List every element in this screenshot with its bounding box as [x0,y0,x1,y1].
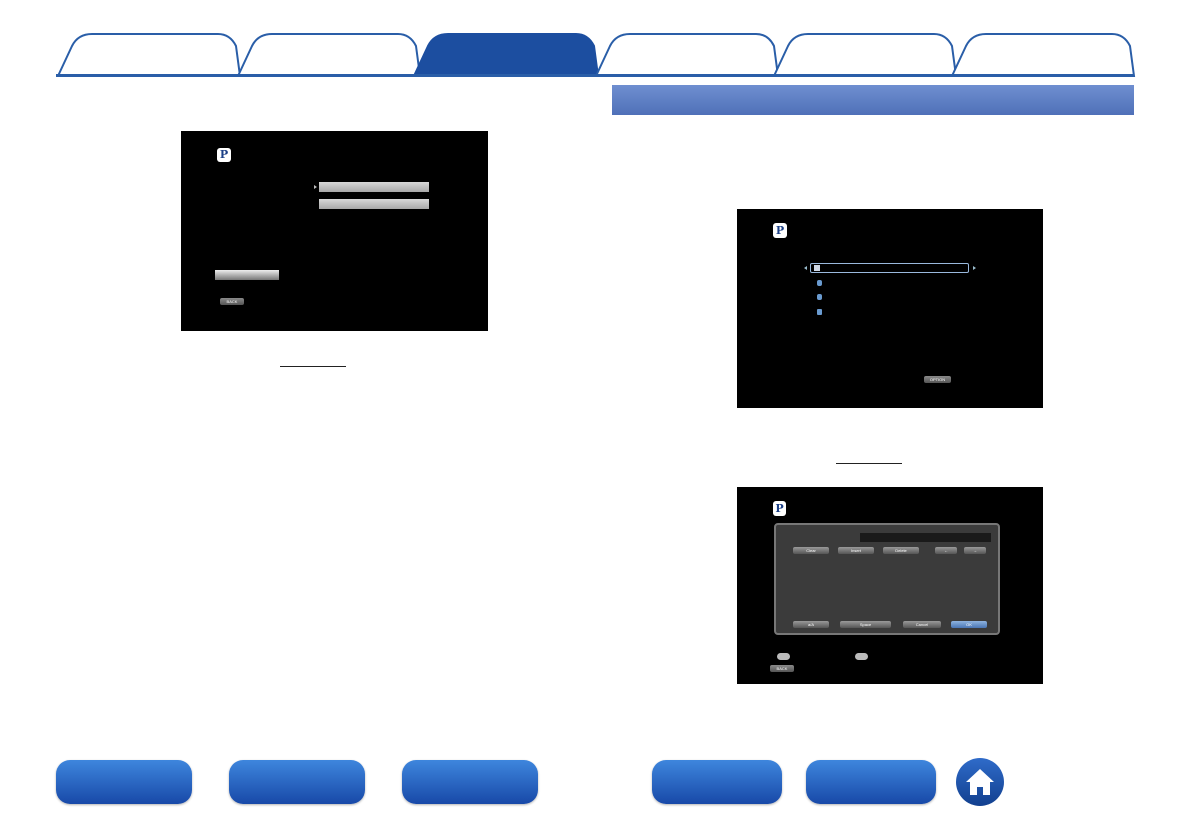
cancel-button[interactable]: Cancel [903,621,941,628]
search-icon [814,265,820,271]
option-button-label: OPTION [929,377,946,382]
tab-5[interactable] [772,33,958,77]
back-button-label: BACK [226,299,238,304]
link-underline-2[interactable] [836,463,902,464]
selected-row[interactable] [810,263,969,273]
screenshot-3: P Clear Insert Delete ← → a/A Space Canc… [737,487,1043,684]
thumbs-icon [817,280,822,286]
left-arrow-icon[interactable] [804,266,807,270]
tab-2[interactable] [236,33,422,77]
space-button[interactable]: Space [840,621,891,628]
option-button[interactable]: OPTION [924,376,951,383]
screenshot-2: P OPTION [737,209,1043,408]
screenshot-1: P BACK [181,131,488,331]
back-button-label: BACK [776,666,788,671]
speaker-icon [817,309,822,315]
pandora-p-icon: P [773,501,786,516]
input-field-2[interactable] [319,199,429,209]
pandora-p-icon: P [217,148,231,162]
login-button[interactable] [215,270,279,280]
back-button[interactable]: BACK [770,665,794,672]
keyboard-panel: Clear Insert Delete ← → a/A Space Cancel… [774,523,1000,635]
clear-button[interactable]: Clear [793,547,829,554]
nav-button-5[interactable] [806,760,936,804]
section-header-bar [612,85,1134,115]
tab-6[interactable] [950,33,1136,77]
right-arrow-icon[interactable] [973,266,976,270]
ok-button[interactable]: OK [951,621,987,628]
tab-strip [56,33,1136,77]
home-button[interactable] [956,758,1004,806]
nav-button-3[interactable] [402,760,538,804]
pandora-p-icon: P [773,223,787,238]
home-icon [966,769,994,795]
thumbs-icon-2 [817,294,822,300]
nav-button-1[interactable] [56,760,192,804]
case-toggle-button[interactable]: a/A [793,621,829,628]
nav-button-4[interactable] [652,760,782,804]
text-input[interactable] [860,533,991,542]
link-underline-1[interactable] [280,366,346,367]
tab-3-active[interactable] [412,33,600,77]
delete-button[interactable]: Delete [883,547,919,554]
dpad-icon [777,653,790,660]
input-field-1[interactable] [319,182,429,192]
insert-button[interactable]: Insert [838,547,874,554]
nav-button-2[interactable] [229,760,365,804]
selection-arrow-icon [314,185,317,189]
cursor-left-button[interactable]: ← [935,547,957,554]
cursor-right-button[interactable]: → [964,547,986,554]
back-button[interactable]: BACK [220,298,244,305]
tab-1[interactable] [56,33,242,77]
tab-underline [56,74,1134,77]
enter-icon [855,653,868,660]
tab-4[interactable] [594,33,780,77]
